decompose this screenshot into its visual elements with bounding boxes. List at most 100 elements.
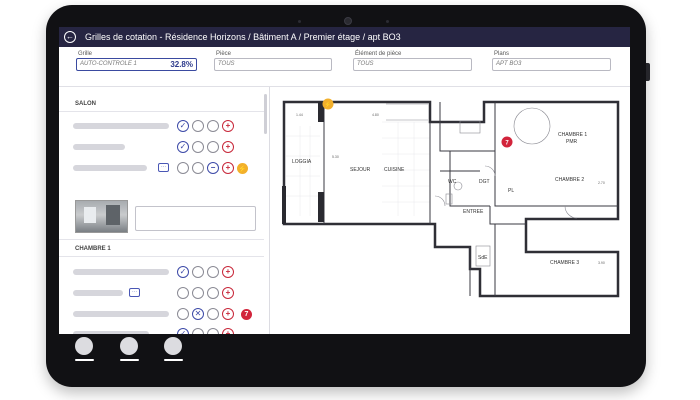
item-controls: − + ⚡ bbox=[177, 162, 248, 174]
scrollbar[interactable] bbox=[264, 94, 267, 134]
element-select[interactable]: TOUS bbox=[353, 58, 472, 71]
dimension: 1.44 bbox=[296, 113, 303, 117]
comment-field[interactable] bbox=[135, 206, 256, 231]
item-controls: ✕ + 7 bbox=[177, 308, 252, 320]
arrow-left-icon: ← bbox=[66, 32, 74, 41]
option-circle[interactable] bbox=[192, 266, 204, 278]
photo-thumbnail[interactable] bbox=[75, 200, 128, 233]
section-chambre-1: CHAMBRE 1 bbox=[75, 246, 111, 252]
item-label-placeholder bbox=[73, 144, 125, 150]
check-icon: ✓ bbox=[179, 121, 187, 130]
room-pmr: PMR bbox=[566, 139, 578, 145]
grille-filter[interactable]: Grille AUTO-CONTROLE 1 32.8% bbox=[76, 51, 197, 71]
app-screen: ← Grilles de cotation - Résidence Horizo… bbox=[59, 27, 630, 364]
option-circle[interactable] bbox=[207, 266, 219, 278]
add-button[interactable]: + bbox=[222, 162, 234, 174]
add-button[interactable]: + bbox=[222, 308, 234, 320]
photo-window bbox=[84, 207, 96, 223]
nav-button-3[interactable] bbox=[164, 337, 182, 355]
divider bbox=[59, 256, 264, 257]
room-wc: WC bbox=[448, 179, 457, 185]
plan-warning-pin[interactable]: ⚡ bbox=[322, 98, 334, 110]
minus-icon: − bbox=[210, 163, 216, 172]
option-circle[interactable] bbox=[192, 287, 204, 299]
plans-filter[interactable]: Plans APT BO3 bbox=[492, 51, 611, 71]
checklist-item: ··· + bbox=[73, 287, 263, 299]
chat-icon: ··· bbox=[132, 289, 137, 295]
item-label-placeholder bbox=[73, 123, 169, 129]
checklist-panel: SALON ✓ + ✓ + ··· − + ⚡ CHAMBRE 1 ✓ + ··… bbox=[59, 87, 269, 334]
divider bbox=[59, 239, 264, 240]
back-button[interactable]: ← bbox=[64, 31, 76, 43]
plus-icon: + bbox=[225, 309, 231, 318]
option-circle[interactable] bbox=[207, 308, 219, 320]
plans-select[interactable]: APT BO3 bbox=[492, 58, 611, 71]
comment-button[interactable]: ··· bbox=[158, 163, 169, 172]
completion-percent: 32.8% bbox=[170, 60, 193, 69]
check-option[interactable]: ✓ bbox=[177, 141, 189, 153]
alert-badge[interactable]: 7 bbox=[241, 309, 252, 320]
plan-fixtures bbox=[386, 103, 578, 267]
plus-icon: + bbox=[225, 163, 231, 172]
option-circle[interactable] bbox=[177, 308, 189, 320]
add-button[interactable]: + bbox=[222, 141, 234, 153]
item-controls: ✓ + bbox=[177, 141, 247, 153]
add-button[interactable]: + bbox=[222, 287, 234, 299]
option-circle[interactable] bbox=[207, 287, 219, 299]
panel-divider bbox=[269, 87, 270, 334]
check-option[interactable]: ✓ bbox=[177, 266, 189, 278]
comment-button[interactable]: ··· bbox=[129, 288, 140, 297]
checklist-item: ✓ + bbox=[73, 266, 263, 278]
item-controls: ✓ + bbox=[177, 266, 247, 278]
plans-label: Plans bbox=[494, 51, 510, 57]
bottom-nav bbox=[59, 334, 630, 364]
add-button[interactable]: + bbox=[222, 266, 234, 278]
cross-option[interactable]: ✕ bbox=[192, 308, 204, 320]
option-circle[interactable] bbox=[177, 162, 189, 174]
option-circle[interactable] bbox=[192, 162, 204, 174]
piece-filter[interactable]: Pièce TOUS bbox=[214, 51, 332, 71]
checklist-item: ✓ + bbox=[73, 141, 263, 153]
option-circle[interactable] bbox=[192, 141, 204, 153]
checklist-item: ✓ + bbox=[73, 120, 263, 132]
option-circle[interactable] bbox=[177, 287, 189, 299]
nav-button-1[interactable] bbox=[75, 337, 93, 355]
dimension: 2.70 bbox=[598, 181, 605, 185]
item-label-placeholder bbox=[73, 290, 123, 296]
checklist-item: ··· − + ⚡ bbox=[73, 162, 263, 174]
warning-badge[interactable]: ⚡ bbox=[237, 163, 248, 174]
room-dgt: DGT bbox=[479, 179, 490, 185]
option-circle[interactable] bbox=[207, 141, 219, 153]
room-sejour: SEJOUR bbox=[350, 167, 371, 173]
floor-plan[interactable]: LOGGIA SEJOUR CUISINE CHAMBRE 1 PMR CHAM… bbox=[280, 96, 625, 301]
item-controls: + bbox=[177, 287, 247, 299]
element-filter[interactable]: Élément de pièce TOUS bbox=[353, 51, 472, 71]
section-salon: SALON bbox=[75, 101, 96, 107]
plan-alert-pin[interactable]: 7 bbox=[501, 136, 513, 148]
room-chambre-2: CHAMBRE 2 bbox=[555, 177, 584, 183]
header-bar: ← Grilles de cotation - Résidence Horizo… bbox=[59, 27, 630, 47]
side-button bbox=[646, 63, 650, 81]
plus-icon: + bbox=[225, 121, 231, 130]
check-option[interactable]: ✓ bbox=[177, 120, 189, 132]
checklist-item: ✕ + 7 bbox=[73, 308, 263, 320]
option-circle[interactable] bbox=[192, 120, 204, 132]
chat-icon: ··· bbox=[161, 164, 166, 170]
photo-door bbox=[106, 205, 120, 225]
tablet-frame: ← Grilles de cotation - Résidence Horizo… bbox=[46, 5, 650, 387]
piece-select[interactable]: TOUS bbox=[214, 58, 332, 71]
room-chambre-3: CHAMBRE 3 bbox=[550, 260, 579, 266]
plus-icon: + bbox=[225, 288, 231, 297]
add-button[interactable]: + bbox=[222, 120, 234, 132]
room-pl: PL bbox=[508, 188, 514, 194]
nav-button-2[interactable] bbox=[120, 337, 138, 355]
grille-select[interactable]: AUTO-CONTROLE 1 32.8% bbox=[76, 58, 197, 71]
element-label: Élément de pièce bbox=[355, 51, 402, 57]
check-icon: ✓ bbox=[179, 142, 187, 151]
item-label-placeholder bbox=[73, 311, 169, 317]
minus-option[interactable]: − bbox=[207, 162, 219, 174]
room-entree: ENTREE bbox=[463, 209, 484, 215]
option-circle[interactable] bbox=[207, 120, 219, 132]
plus-icon: + bbox=[225, 267, 231, 276]
item-controls: ✓ + bbox=[177, 120, 247, 132]
